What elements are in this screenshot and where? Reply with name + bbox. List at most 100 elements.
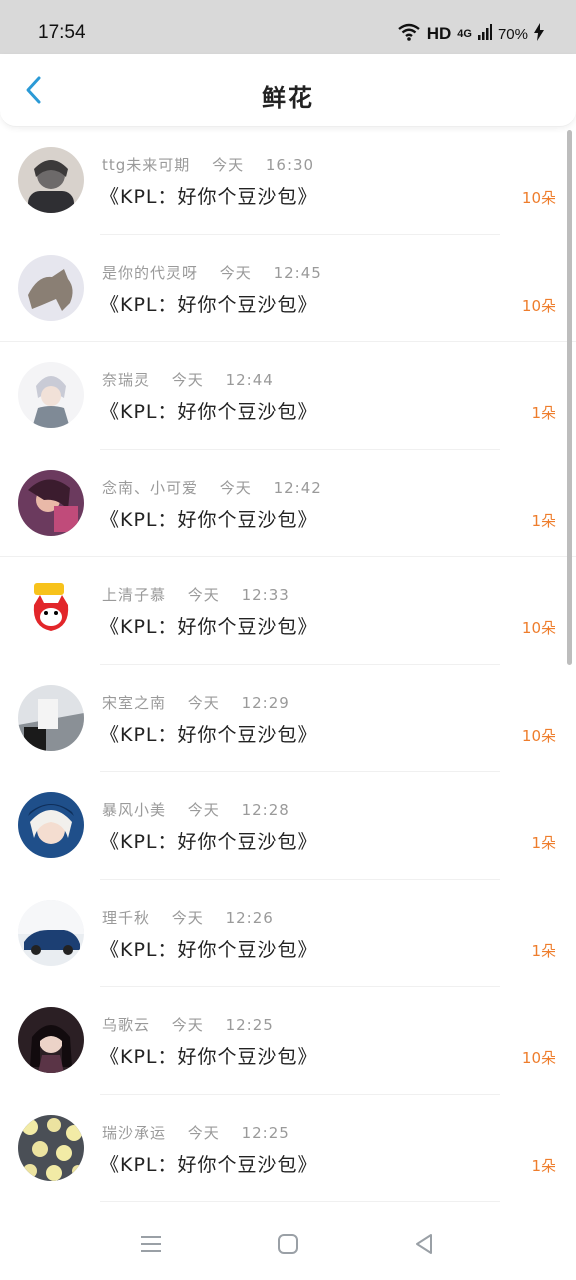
gift-meta: 暴风小美 今天 12:28	[102, 799, 290, 820]
gift-date: 今天	[219, 478, 252, 497]
avatar[interactable]	[18, 1114, 84, 1181]
avatar[interactable]	[18, 362, 84, 428]
username[interactable]: 瑞沙承运	[102, 1124, 166, 1142]
gift-title: 《KPL：好你个豆沙包》	[100, 186, 318, 208]
username[interactable]: 奈瑞灵	[102, 371, 150, 389]
list-item[interactable]: 理千秋 今天 12:26 《KPL：好你个豆沙包》 1朵	[0, 880, 576, 987]
gift-title: 《KPL：好你个豆沙包》	[100, 401, 318, 423]
gift-time: 12:33	[241, 586, 290, 604]
avatar[interactable]	[18, 792, 84, 858]
home-button[interactable]	[270, 1226, 306, 1262]
username[interactable]: ttg未来可期	[102, 156, 190, 174]
gift-meta: 宋室之南 今天 12:29	[102, 692, 290, 713]
list-item[interactable]: 暴风小美 今天 12:28 《KPL：好你个豆沙包》 1朵	[0, 772, 576, 880]
gift-meta: 上清子慕 今天 12:33	[102, 584, 290, 605]
gift-title: 《KPL：好你个豆沙包》	[100, 508, 318, 531]
gift-meta: 乌歌云 今天 12:25	[102, 1014, 274, 1035]
battery-charging-icon	[534, 22, 544, 46]
gift-title: 《KPL：好你个豆沙包》	[100, 1153, 318, 1176]
system-nav-bar	[0, 1208, 576, 1280]
list-item[interactable]: 瑞沙承运 今天 12:25 《KPL：好你个豆沙包》 1朵	[0, 1095, 576, 1202]
gift-date: 今天	[187, 1123, 220, 1142]
gift-meta: 是你的代灵呀 今天 12:45	[102, 262, 322, 283]
list-item[interactable]: 乌歌云 今天 12:25 《KPL：好你个豆沙包》 10朵	[0, 987, 576, 1095]
list-item[interactable]: 念南、小可爱 今天 12:42 《KPL：好你个豆沙包》 1朵	[0, 450, 576, 557]
avatar[interactable]	[18, 1007, 84, 1073]
gift-title: 《KPL：好你个豆沙包》	[100, 1046, 318, 1068]
gift-date: 今天	[187, 586, 220, 604]
gift-date: 今天	[219, 263, 252, 282]
username[interactable]: 暴风小美	[102, 801, 166, 819]
system-back-button[interactable]	[406, 1226, 442, 1262]
gift-date: 今天	[187, 693, 220, 712]
status-icons: HD 4G 70%	[397, 22, 544, 46]
gift-title: 《KPL：好你个豆沙包》	[100, 723, 318, 746]
flower-count: 1朵	[531, 941, 556, 960]
flower-count: 10朵	[521, 189, 556, 207]
list-item[interactable]: 宋室之南 今天 12:29 《KPL：好你个豆沙包》 10朵	[0, 665, 576, 772]
recent-apps-button[interactable]	[133, 1226, 169, 1262]
back-triangle-icon	[416, 1234, 432, 1254]
gift-title: 《KPL：好你个豆沙包》	[100, 831, 318, 853]
divider	[100, 1201, 500, 1202]
flower-count: 1朵	[531, 1156, 556, 1175]
menu-icon	[141, 1236, 161, 1252]
avatar[interactable]	[18, 254, 84, 321]
gift-date: 今天	[171, 908, 204, 927]
flower-count: 10朵	[521, 726, 556, 745]
nav-bar: 鲜花	[0, 54, 576, 127]
gift-meta: 理千秋 今天 12:26	[102, 907, 274, 928]
username[interactable]: 宋室之南	[102, 694, 166, 712]
username[interactable]: 念南、小可爱	[102, 479, 198, 497]
list-item[interactable]: 上清子慕 今天 12:33 《KPL：好你个豆沙包》 10朵	[0, 557, 576, 665]
flower-count: 10朵	[521, 1049, 556, 1067]
gift-time: 12:25	[241, 1123, 290, 1142]
gift-time: 12:25	[225, 1016, 274, 1034]
flower-count: 1朵	[531, 404, 556, 422]
home-square-icon	[278, 1234, 298, 1254]
username[interactable]: 乌歌云	[102, 1016, 150, 1034]
gift-time: 12:29	[241, 693, 290, 712]
username[interactable]: 理千秋	[102, 909, 150, 927]
gift-time: 16:30	[265, 156, 315, 174]
gift-time: 12:42	[273, 478, 322, 497]
network-label: 4G	[457, 28, 472, 40]
wifi-icon	[397, 22, 421, 47]
gift-date: 今天	[187, 801, 220, 819]
hd-label: HD	[426, 24, 452, 43]
status-time: 17:54	[38, 22, 86, 43]
flower-count: 10朵	[521, 296, 556, 315]
avatar[interactable]	[18, 899, 84, 966]
avatar[interactable]	[18, 684, 84, 751]
gift-meta: 奈瑞灵 今天 12:44	[102, 369, 274, 390]
gift-meta: ttg未来可期 今天 16:30	[102, 154, 314, 175]
gift-date: 今天	[171, 1016, 204, 1034]
gift-title: 《KPL：好你个豆沙包》	[100, 938, 318, 961]
gift-time: 12:26	[225, 908, 274, 927]
battery-level: 70%	[497, 25, 528, 43]
page-title: 鲜花	[262, 83, 314, 112]
list-item[interactable]: 奈瑞灵 今天 12:44 《KPL：好你个豆沙包》 1朵	[0, 342, 576, 450]
gift-title: 《KPL：好你个豆沙包》	[100, 293, 318, 316]
username[interactable]: 上清子慕	[102, 586, 166, 604]
gift-time: 12:45	[273, 263, 322, 282]
gift-title: 《KPL：好你个豆沙包》	[100, 616, 318, 638]
signal-icon	[477, 23, 492, 45]
gift-date: 今天	[171, 371, 204, 389]
list-item[interactable]: 是你的代灵呀 今天 12:45 《KPL：好你个豆沙包》 10朵	[0, 235, 576, 342]
flower-count: 1朵	[531, 834, 556, 852]
list-item[interactable]: ttg未来可期 今天 16:30 《KPL：好你个豆沙包》 10朵	[0, 127, 576, 235]
username[interactable]: 是你的代灵呀	[102, 264, 198, 282]
gift-time: 12:28	[241, 801, 290, 819]
gift-time: 12:44	[225, 371, 274, 389]
avatar[interactable]	[18, 147, 84, 213]
network-type: 4G	[457, 28, 472, 40]
avatar[interactable]	[18, 577, 84, 643]
gift-date: 今天	[212, 156, 245, 174]
flower-count: 10朵	[521, 619, 556, 637]
gift-meta: 瑞沙承运 今天 12:25	[102, 1122, 290, 1143]
gift-meta: 念南、小可爱 今天 12:42	[102, 477, 322, 498]
avatar[interactable]	[18, 469, 84, 536]
flower-count: 1朵	[531, 511, 556, 530]
scrollbar[interactable]	[567, 130, 572, 665]
